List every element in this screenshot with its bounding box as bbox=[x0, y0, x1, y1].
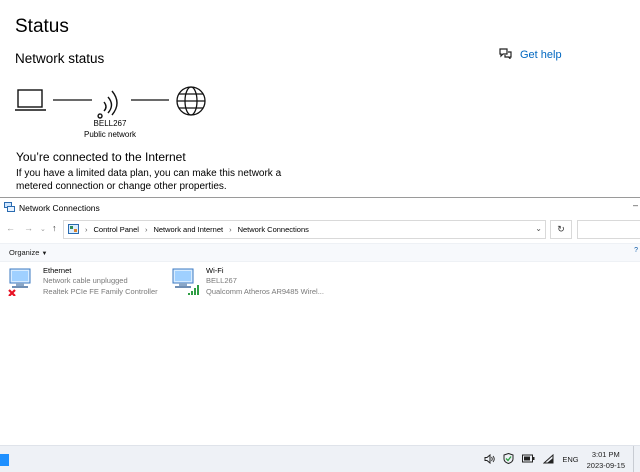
organize-menu-button[interactable]: Organize ▼ bbox=[9, 248, 47, 257]
wifi-tray-icon[interactable] bbox=[543, 453, 554, 466]
wifi-adapter-icon bbox=[170, 266, 200, 300]
back-arrow-icon[interactable]: ← bbox=[6, 223, 15, 233]
taskbar: ENG 3:01 PM 2023-09-15 bbox=[0, 445, 640, 472]
start-button[interactable] bbox=[0, 454, 9, 466]
network-info: BELL267 Public network bbox=[82, 118, 138, 140]
volume-icon[interactable] bbox=[484, 453, 496, 466]
language-indicator[interactable]: ENG bbox=[562, 455, 578, 464]
breadcrumb-separator: › bbox=[144, 225, 148, 234]
window-titlebar[interactable]: Network Connections – bbox=[0, 198, 640, 217]
up-arrow-icon[interactable]: ↑ bbox=[52, 223, 57, 233]
wifi-icon bbox=[97, 90, 118, 119]
breadcrumb-separator: › bbox=[85, 225, 88, 234]
address-row: ← → ⌄ ↑ › Control Panel › Network and In… bbox=[0, 220, 640, 240]
clock-date: 2023-09-15 bbox=[586, 460, 625, 470]
page-title: Status bbox=[15, 16, 69, 37]
security-icon[interactable] bbox=[503, 452, 514, 466]
network-connections-icon bbox=[4, 199, 15, 217]
globe-icon bbox=[176, 86, 206, 116]
refresh-icon: ↻ bbox=[557, 224, 565, 234]
network-type: Public network bbox=[83, 130, 137, 139]
chat-help-icon bbox=[499, 46, 512, 64]
chevron-down-icon[interactable]: ⌄ bbox=[535, 224, 542, 233]
adapter-name: Wi-Fi bbox=[206, 266, 224, 275]
system-tray: ENG 3:01 PM 2023-09-15 bbox=[484, 446, 640, 472]
control-panel-icon bbox=[68, 221, 79, 239]
dropdown-caret-icon: ▼ bbox=[41, 251, 48, 257]
connection-status-text: You’re connected to the Internet bbox=[16, 150, 186, 164]
adapter-status: Network cable unplugged bbox=[43, 276, 128, 285]
laptop-icon bbox=[15, 89, 46, 111]
connection-description: If you have a limited data plan, you can… bbox=[16, 168, 282, 192]
breadcrumb-network-connections[interactable]: Network Connections bbox=[238, 225, 309, 234]
search-input[interactable] bbox=[577, 220, 640, 239]
settings-status-panel: Status Network status Get help BELL267 P… bbox=[0, 0, 640, 197]
network-connections-window: Network Connections – ← → ⌄ ↑ › Control … bbox=[0, 197, 640, 445]
battery-icon[interactable] bbox=[522, 454, 535, 465]
breadcrumb-network-and-internet[interactable]: Network and Internet bbox=[153, 225, 223, 234]
get-help-link[interactable]: Get help bbox=[499, 46, 562, 64]
window-title: Network Connections bbox=[19, 202, 100, 213]
section-heading-network-status: Network status bbox=[15, 51, 105, 66]
adapter-device: Qualcomm Atheros AR9485 Wirel... bbox=[206, 286, 324, 296]
address-bar[interactable]: › Control Panel › Network and Internet ›… bbox=[63, 220, 546, 239]
organize-label: Organize bbox=[9, 248, 40, 257]
get-help-label: Get help bbox=[520, 49, 562, 61]
help-icon[interactable]: ? bbox=[634, 247, 638, 254]
adapter-status: BELL267 bbox=[206, 276, 237, 285]
minimize-button[interactable]: – bbox=[633, 200, 638, 210]
forward-arrow-icon[interactable]: → bbox=[24, 223, 33, 233]
adapter-name: Ethernet bbox=[43, 266, 72, 275]
command-bar: Organize ▼ ? bbox=[0, 243, 640, 262]
clock[interactable]: 3:01 PM 2023-09-15 bbox=[587, 449, 625, 471]
network-name: BELL267 bbox=[93, 119, 127, 128]
show-desktop-button[interactable] bbox=[633, 446, 636, 472]
breadcrumb-control-panel[interactable]: Control Panel bbox=[94, 225, 139, 234]
adapter-device: Realtek PCIe FE Family Controller bbox=[43, 286, 158, 296]
recent-locations-icon[interactable]: ⌄ bbox=[40, 225, 46, 233]
ethernet-disconnected-icon bbox=[7, 266, 37, 300]
adapter-wifi[interactable]: Wi-Fi BELL267 Qualcomm Atheros AR9485 Wi… bbox=[170, 266, 324, 300]
adapter-ethernet[interactable]: Ethernet Network cable unplugged Realtek… bbox=[7, 266, 158, 300]
refresh-button[interactable]: ↻ bbox=[550, 220, 572, 239]
clock-time: 3:01 PM bbox=[591, 449, 620, 459]
breadcrumb-separator: › bbox=[229, 225, 232, 234]
